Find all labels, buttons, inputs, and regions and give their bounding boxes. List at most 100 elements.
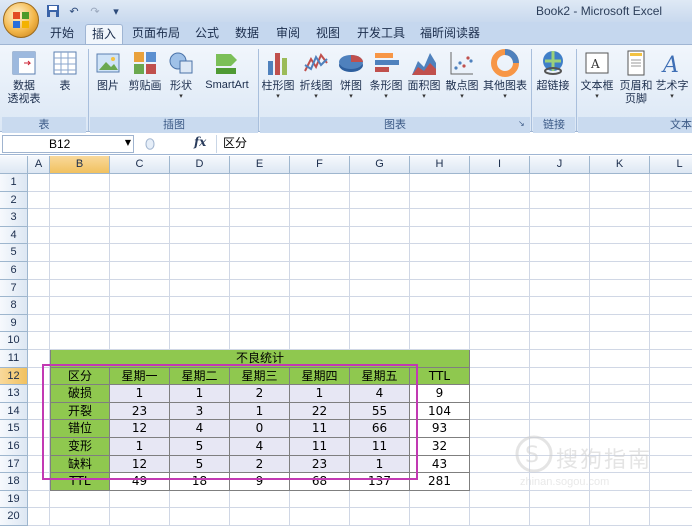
table-cell[interactable]: 11 (290, 438, 350, 456)
table-cell[interactable]: 错位 (50, 420, 110, 438)
column-header[interactable]: A (28, 156, 50, 174)
column-header[interactable]: J (530, 156, 590, 174)
table-title-cell[interactable]: 不良统计 (50, 350, 470, 368)
row-header[interactable]: 19 (0, 490, 28, 509)
charts-dialog-launcher-icon[interactable]: ↘ (518, 119, 528, 129)
table-cell[interactable]: 43 (410, 455, 470, 474)
office-button[interactable] (3, 2, 39, 38)
table-total-cell[interactable]: 18 (170, 473, 230, 491)
table-total-cell[interactable]: 49 (110, 473, 170, 491)
table-cell[interactable]: 23 (110, 402, 170, 421)
table-total-cell[interactable]: TTL (50, 473, 110, 491)
row-header[interactable]: 8 (0, 297, 28, 315)
wordart-button[interactable]: A 艺术字 ▾ (654, 49, 690, 100)
table-cell[interactable]: 4 (350, 385, 410, 403)
column-header[interactable]: B (50, 156, 110, 174)
customize-icon[interactable]: ▾ (107, 3, 125, 19)
table-cell[interactable]: 9 (410, 385, 470, 403)
column-header[interactable]: I (470, 156, 530, 174)
row-header[interactable]: 11 (0, 350, 28, 368)
table-cell[interactable]: 4 (230, 438, 290, 456)
table-cell[interactable]: 22 (290, 402, 350, 421)
table-header-cell[interactable]: 星期三 (230, 367, 290, 386)
table-cell[interactable]: 变形 (50, 438, 110, 456)
row-header[interactable]: 18 (0, 473, 28, 491)
table-cell[interactable]: 3 (170, 402, 230, 421)
row-header[interactable]: 3 (0, 209, 28, 227)
table-total-cell[interactable]: 9 (230, 473, 290, 491)
table-cell[interactable]: 1 (290, 385, 350, 403)
tab-view[interactable]: 视图 (310, 24, 346, 44)
column-header[interactable]: D (170, 156, 230, 174)
table-button[interactable]: 表 (50, 49, 80, 92)
column-header[interactable]: C (110, 156, 170, 174)
table-total-cell[interactable]: 137 (350, 473, 410, 491)
row-header[interactable]: 9 (0, 314, 28, 333)
table-cell[interactable]: 2 (230, 455, 290, 474)
smartart-button[interactable]: SmartArt (200, 49, 254, 92)
table-cell[interactable]: 1 (350, 455, 410, 474)
tab-data[interactable]: 数据 (229, 24, 265, 44)
table-cell[interactable]: 66 (350, 420, 410, 438)
hyperlink-button[interactable]: 超链接 (534, 49, 572, 92)
area-chart-button[interactable]: 面积图 ▾ (406, 49, 442, 100)
row-header[interactable]: 6 (0, 262, 28, 280)
table-cell[interactable]: 93 (410, 420, 470, 438)
row-header[interactable]: 16 (0, 438, 28, 456)
row-header[interactable]: 20 (0, 508, 28, 526)
table-cell[interactable]: 4 (170, 420, 230, 438)
table-cell[interactable]: 缺料 (50, 455, 110, 474)
tab-page-layout[interactable]: 页面布局 (126, 24, 186, 44)
table-cell[interactable]: 12 (110, 420, 170, 438)
table-cell[interactable]: 5 (170, 438, 230, 456)
pie-chart-button[interactable]: 饼图 ▾ (336, 49, 366, 100)
row-header[interactable]: 14 (0, 402, 28, 421)
formula-input[interactable]: 区分 (216, 135, 690, 153)
row-header[interactable]: 15 (0, 420, 28, 438)
table-cell[interactable]: 破损 (50, 385, 110, 403)
table-cell[interactable]: 1 (110, 438, 170, 456)
clip-art-button[interactable]: 剪贴画 (126, 49, 164, 92)
pivot-table-button[interactable]: 数据 透视表 (4, 49, 44, 105)
tab-review[interactable]: 审阅 (270, 24, 306, 44)
row-header[interactable]: 5 (0, 244, 28, 262)
row-header[interactable]: 7 (0, 279, 28, 298)
shapes-button[interactable]: 形状 ▾ (166, 49, 196, 100)
row-header[interactable]: 10 (0, 332, 28, 350)
name-box[interactable]: B12 ▼ (2, 135, 134, 153)
row-header[interactable]: 17 (0, 455, 28, 474)
column-header[interactable]: H (410, 156, 470, 174)
table-cell[interactable]: 1 (230, 402, 290, 421)
table-header-cell[interactable]: 星期二 (170, 367, 230, 386)
header-footer-button[interactable]: 页眉和 页脚 (616, 49, 656, 105)
table-cell[interactable]: 104 (410, 402, 470, 421)
column-header[interactable]: G (350, 156, 410, 174)
other-charts-button[interactable]: 其他图表 ▾ (482, 49, 528, 100)
table-cell[interactable]: 55 (350, 402, 410, 421)
table-total-cell[interactable]: 281 (410, 473, 470, 491)
column-header[interactable]: E (230, 156, 290, 174)
table-cell[interactable]: 23 (290, 455, 350, 474)
table-header-cell[interactable]: 星期四 (290, 367, 350, 386)
column-header[interactable]: F (290, 156, 350, 174)
bar-chart-button[interactable]: 条形图 ▾ (368, 49, 404, 100)
tab-developer[interactable]: 开发工具 (351, 24, 411, 44)
table-header-cell[interactable]: TTL (410, 367, 470, 386)
worksheet-grid[interactable]: ABCDEFGHIJKL 1 2 3 4 5 6 7 8 9 10 11 12 13 14 15 16 17 18… (0, 156, 692, 526)
table-cell[interactable]: 1 (170, 385, 230, 403)
insert-function-icon[interactable]: fx (194, 135, 206, 149)
tab-insert[interactable]: 插入 (85, 24, 124, 44)
table-cell[interactable]: 11 (290, 420, 350, 438)
row-header[interactable]: 4 (0, 226, 28, 245)
undo-icon[interactable]: ↶ (65, 3, 83, 19)
row-header[interactable]: 2 (0, 191, 28, 210)
table-header-cell[interactable]: 星期五 (350, 367, 410, 386)
select-all-corner[interactable] (0, 156, 28, 174)
line-chart-button[interactable]: 折线图 ▾ (298, 49, 334, 100)
column-header[interactable]: L (650, 156, 692, 174)
table-cell[interactable]: 开裂 (50, 402, 110, 421)
tab-home[interactable]: 开始 (44, 24, 80, 44)
column-chart-button[interactable]: 柱形图 ▾ (260, 49, 296, 100)
table-cell[interactable]: 32 (410, 438, 470, 456)
redo-icon[interactable]: ↷ (86, 3, 104, 19)
